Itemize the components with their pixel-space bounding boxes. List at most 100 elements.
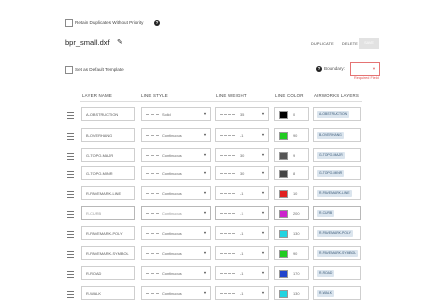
airworks-layer-tag: R-ROAD [317,270,335,277]
line-weight-preview [220,114,235,115]
airworks-layer-tag: R-CURB [317,210,335,217]
line-style-text: Continuous [162,291,182,296]
line-style-select[interactable]: Continuous ▾ [141,166,211,180]
line-weight-text: -1 [240,251,244,256]
line-color-picker[interactable]: 90 [274,246,309,260]
chevron-down-icon: ▾ [203,290,206,295]
layer-name-field[interactable]: R-PAVEMARK-SYMBOL [81,246,135,260]
airworks-layer-select[interactable]: R-CURB [313,206,361,220]
drag-handle-icon[interactable] [67,191,74,198]
save-button[interactable]: SAVE [359,38,379,49]
line-style-select[interactable]: Continuous ▾ [141,226,211,240]
delete-button[interactable]: DELETE [342,42,358,46]
line-style-select[interactable]: Continuous ▾ [141,266,211,280]
line-color-picker[interactable]: 10 [274,186,309,200]
layer-name-field[interactable]: R-ROAD [81,266,135,280]
line-weight-select[interactable]: -1 ▾ [215,206,269,220]
line-weight-select[interactable]: 30 ▾ [215,148,269,162]
line-style-text: Continuous [162,133,182,138]
retain-duplicates-label: Retain Duplicates Without Priority [75,20,144,25]
airworks-layer-select[interactable]: R-WALK [313,286,361,300]
line-style-select[interactable]: Continuous ▾ [141,286,211,300]
default-template-checkbox[interactable] [65,66,73,74]
line-style-preview [146,135,159,136]
drag-handle-icon[interactable] [67,171,74,178]
line-style-preview [146,173,159,174]
line-weight-select[interactable]: -1 ▾ [215,186,269,200]
airworks-layer-select[interactable]: R-PAVEMARK-SYMBOL [313,246,361,260]
layer-name-field[interactable]: G-TOPO-MAJR [81,148,135,162]
line-weight-preview [220,213,235,214]
line-weight-text: 30 [240,153,245,158]
line-weight-select[interactable]: 35 ▾ [215,107,269,121]
duplicate-button[interactable]: DUPLICATE [311,42,334,46]
line-color-picker[interactable]: 0 [274,107,309,121]
line-weight-select[interactable]: -1 ▾ [215,246,269,260]
line-style-text: Continuous [162,191,182,196]
drag-handle-icon[interactable] [67,271,74,278]
chevron-down-icon: ▾ [203,230,206,235]
layer-name-field[interactable]: R-CURB [81,206,135,220]
line-weight-select[interactable]: -1 ▾ [215,286,269,300]
layer-name-field[interactable]: B-OVERHANG [81,128,135,142]
color-swatch [279,111,288,119]
line-weight-select[interactable]: -1 ▾ [215,226,269,240]
boundary-select[interactable]: ▼ [350,62,380,76]
layer-name-text: R-WALK [86,291,101,296]
line-color-number: 200 [293,211,300,216]
line-weight-select[interactable]: -1 ▾ [215,266,269,280]
airworks-layer-tag: B-OVERHANG [317,132,344,139]
airworks-layer-tag: R-WALK [317,290,335,297]
help-icon[interactable]: ? [154,20,160,26]
line-color-picker[interactable]: 130 [274,226,309,240]
retain-duplicates-checkbox[interactable] [65,19,73,27]
line-color-picker[interactable]: 9 [274,148,309,162]
line-weight-select[interactable]: 30 ▾ [215,166,269,180]
drag-handle-icon[interactable] [67,251,74,258]
line-color-picker[interactable]: 8 [274,166,309,180]
line-weight-text: -1 [240,133,244,138]
line-style-select[interactable]: Continuous ▾ [141,128,211,142]
line-color-picker[interactable]: 170 [274,266,309,280]
drag-handle-icon[interactable] [67,112,74,119]
drag-handle-icon[interactable] [67,133,74,140]
line-weight-preview [220,293,235,294]
airworks-layer-select[interactable]: A-OBSTRUCTION [313,107,361,121]
layer-name-field[interactable]: R-PAVEMARK-LINE [81,186,135,200]
line-style-select[interactable]: Continuous ▾ [141,206,211,220]
header-line-color: LINE COLOR [275,93,304,98]
layer-name-text: A-OBSTRUCTION [86,112,119,117]
drag-handle-icon[interactable] [67,153,74,160]
line-weight-text: 35 [240,112,245,117]
chevron-down-icon: ▾ [203,111,206,116]
airworks-layer-select[interactable]: R-ROAD [313,266,361,280]
layer-name-field[interactable]: R-WALK [81,286,135,300]
line-weight-select[interactable]: -1 ▾ [215,128,269,142]
drag-handle-icon[interactable] [67,231,74,238]
line-color-picker[interactable]: 200 [274,206,309,220]
layer-name-text: R-PAVEMARK-POLY [86,231,123,236]
layer-name-field[interactable]: R-PAVEMARK-POLY [81,226,135,240]
line-style-select[interactable]: Solid ▾ [141,107,211,121]
header-line-style: LINE STYLE [141,93,168,98]
airworks-layer-select[interactable]: G-TOPO-MINR [313,166,361,180]
airworks-layer-select[interactable]: R-PAVEMARK-LINE [313,186,361,200]
line-color-number: 0 [293,112,296,117]
layer-name-field[interactable]: G-TOPO-MINR [81,166,135,180]
line-style-select[interactable]: Continuous ▾ [141,186,211,200]
line-color-picker[interactable]: 90 [274,128,309,142]
airworks-layer-select[interactable]: R-PAVEMARK-POLY [313,226,361,240]
line-weight-preview [220,135,235,136]
line-color-picker[interactable]: 130 [274,286,309,300]
boundary-help-icon[interactable]: ? [316,66,322,72]
drag-handle-icon[interactable] [67,211,74,218]
boundary-label: Boundary: [324,66,345,71]
line-style-select[interactable]: Continuous ▾ [141,148,211,162]
airworks-layer-select[interactable]: B-OVERHANG [313,128,361,142]
airworks-layer-select[interactable]: G-TOPO-MAJR [313,148,361,162]
layer-name-field[interactable]: A-OBSTRUCTION [81,107,135,121]
pencil-icon[interactable]: ✎ [117,38,123,46]
line-style-select[interactable]: Continuous ▾ [141,246,211,260]
line-style-preview [146,155,159,156]
chevron-down-icon: ▾ [261,152,264,157]
